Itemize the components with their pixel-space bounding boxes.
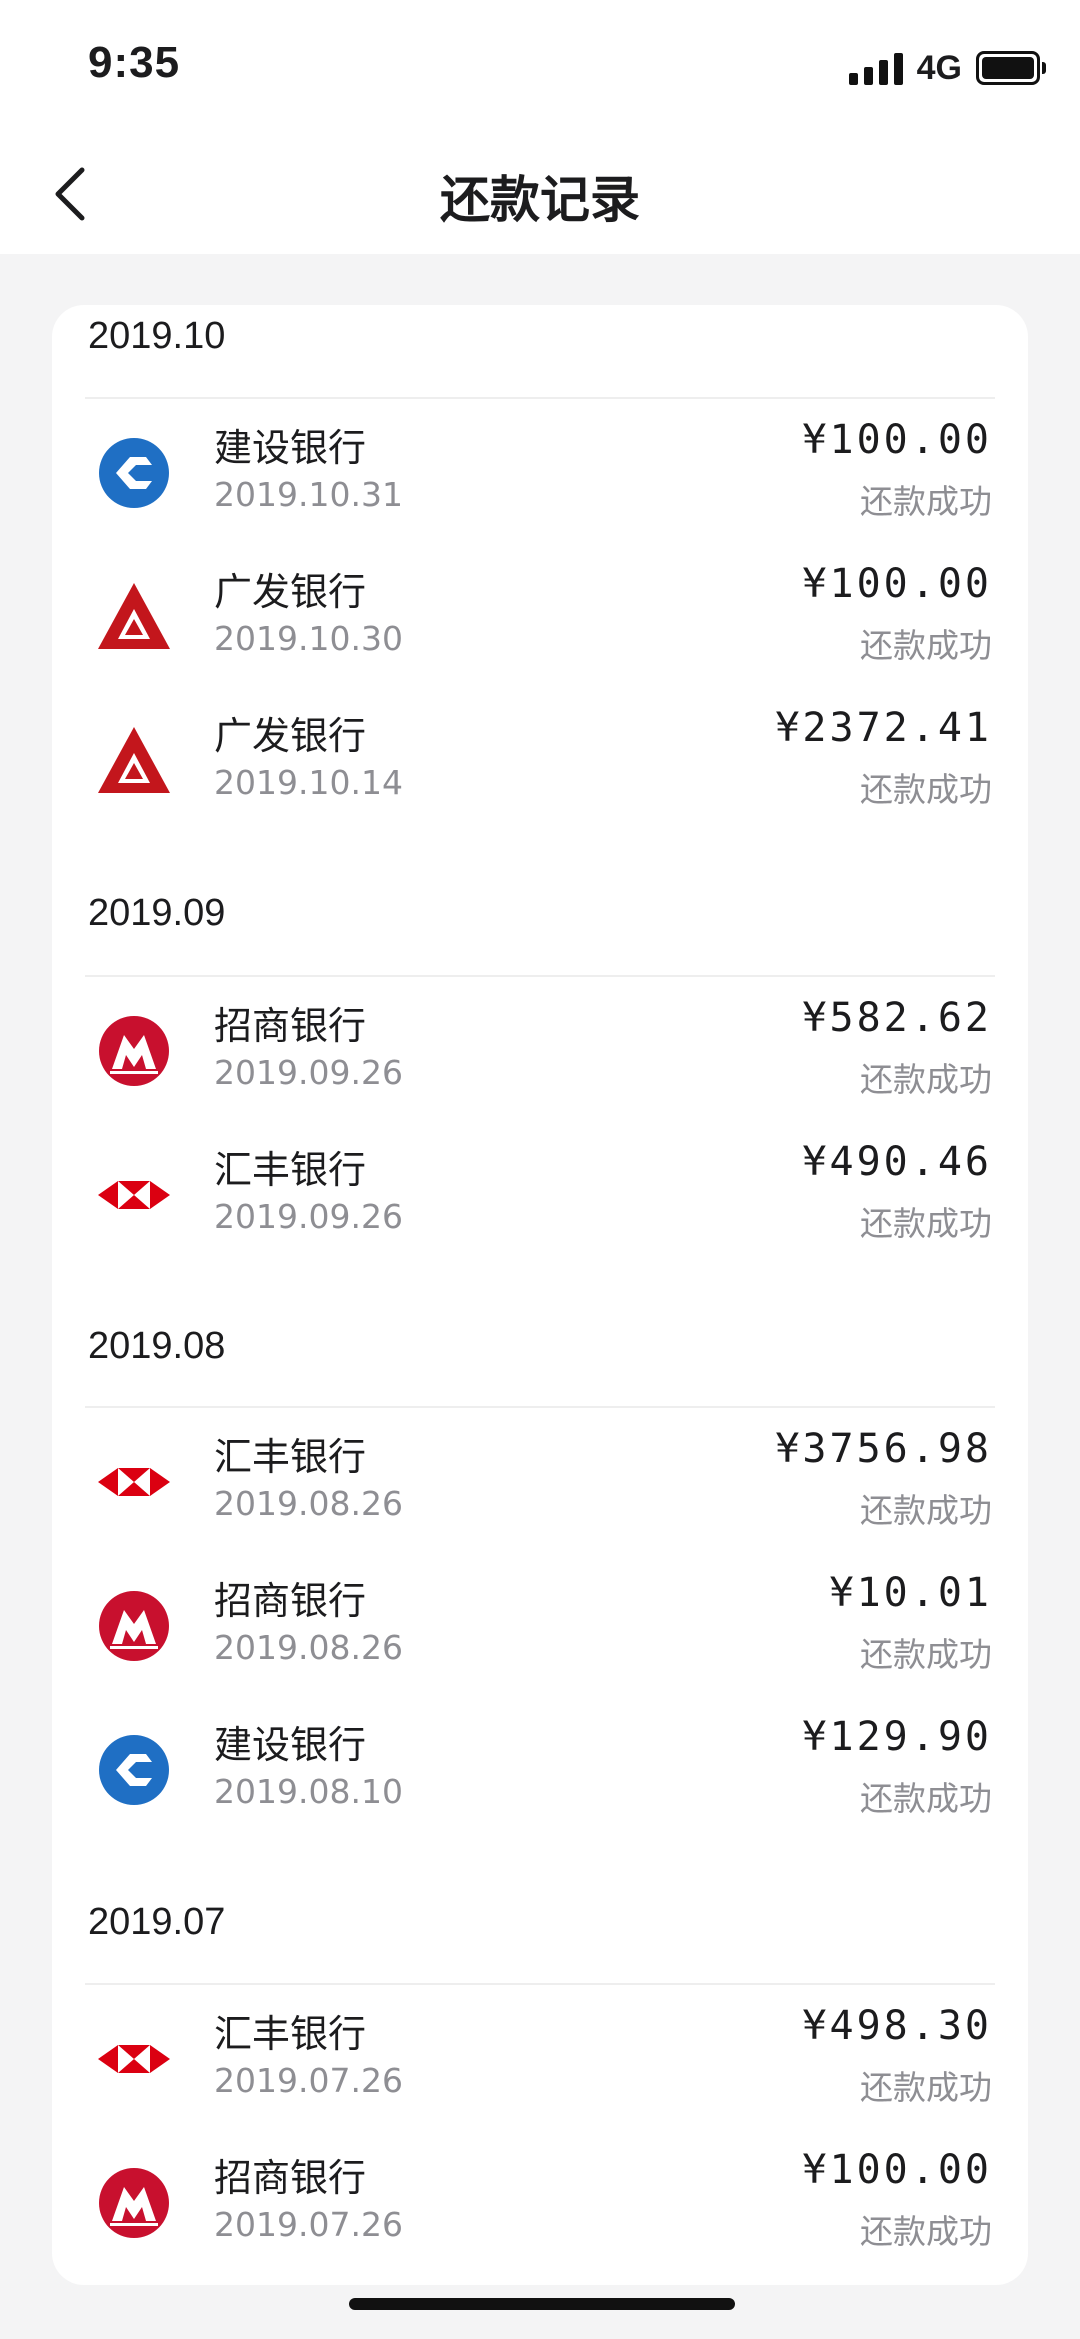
record-date: 2019.07.26: [214, 2205, 403, 2244]
bank-name: 建设银行: [214, 1723, 367, 1767]
record-date: 2019.07.26: [214, 2061, 403, 2100]
record-row[interactable]: 招商银行 2019.08.26 ¥10.01 还款成功: [52, 1552, 1028, 1696]
bank-name: 招商银行: [214, 2156, 367, 2200]
month-header: 2019.07: [88, 1901, 226, 1943]
bank-name: 招商银行: [214, 1004, 367, 1048]
status-time: 9:35: [88, 38, 181, 87]
cmb-logo-icon: [99, 2168, 169, 2238]
home-indicator[interactable]: [349, 2298, 735, 2310]
record-row[interactable]: 汇丰银行 2019.09.26 ¥490.46 还款成功: [52, 1121, 1028, 1265]
record-date: 2019.10.31: [214, 475, 403, 514]
record-amount: ¥100.00: [802, 417, 992, 463]
hsbc-logo-icon: [98, 1468, 170, 1496]
ccb-logo-icon: [99, 438, 169, 508]
record-row[interactable]: 汇丰银行 2019.07.26 ¥498.30 还款成功: [52, 1985, 1028, 2129]
network-type: 4G: [916, 48, 962, 87]
record-status: 还款成功: [860, 1060, 992, 1099]
cgb-logo-icon: [98, 727, 170, 793]
cellular-signal-icon: [848, 51, 903, 85]
record-status: 还款成功: [860, 1204, 992, 1243]
record-status: 还款成功: [860, 626, 992, 665]
record-amount: ¥490.46: [802, 1139, 992, 1185]
record-amount: ¥10.01: [829, 1570, 992, 1616]
record-row[interactable]: 建设银行 2019.08.10 ¥129.90 还款成功: [52, 1696, 1028, 1840]
record-amount: ¥498.30: [802, 2003, 992, 2049]
record-date: 2019.09.26: [214, 1053, 403, 1092]
bank-name: 招商银行: [214, 1579, 367, 1623]
cmb-logo-icon: [99, 1016, 169, 1086]
record-row[interactable]: 招商银行 2019.09.26 ¥582.62 还款成功: [52, 977, 1028, 1121]
page-title: 还款记录: [440, 171, 640, 229]
bank-name: 广发银行: [214, 714, 367, 758]
record-row[interactable]: 广发银行 2019.10.30 ¥100.00 还款成功: [52, 543, 1028, 687]
record-amount: ¥100.00: [802, 2147, 992, 2193]
record-amount: ¥3756.98: [775, 1426, 992, 1472]
record-date: 2019.08.10: [214, 1772, 403, 1811]
bank-name: 汇丰银行: [214, 1435, 367, 1479]
nav-bar: 还款记录: [0, 130, 1080, 254]
hsbc-logo-icon: [98, 2045, 170, 2073]
bank-name: 广发银行: [214, 570, 367, 614]
month-header: 2019.10: [88, 315, 226, 357]
record-amount: ¥2372.41: [775, 705, 992, 751]
month-header: 2019.09: [88, 892, 226, 934]
record-status: 还款成功: [860, 482, 992, 521]
record-date: 2019.09.26: [214, 1197, 403, 1236]
bank-name: 建设银行: [214, 426, 367, 470]
record-status: 还款成功: [860, 770, 992, 809]
cmb-logo-icon: [99, 1591, 169, 1661]
bank-name: 汇丰银行: [214, 1148, 367, 1192]
record-amount: ¥582.62: [802, 995, 992, 1041]
record-status: 还款成功: [860, 1635, 992, 1674]
record-status: 还款成功: [860, 1779, 992, 1818]
repayment-records-list: 2019.10 建设银行 2019.10.31 ¥100.00 还款成功 广发银…: [52, 305, 1028, 2285]
battery-icon: [976, 51, 1046, 85]
record-row[interactable]: 建设银行 2019.10.31 ¥100.00 还款成功: [52, 399, 1028, 543]
record-amount: ¥100.00: [802, 561, 992, 607]
status-indicators: 4G: [848, 48, 1046, 88]
record-date: 2019.10.14: [214, 763, 403, 802]
hsbc-logo-icon: [98, 1181, 170, 1209]
record-date: 2019.08.26: [214, 1628, 403, 1667]
bank-name: 汇丰银行: [214, 2012, 367, 2056]
month-header: 2019.08: [88, 1325, 226, 1367]
status-bar: 9:35 4G: [0, 0, 1080, 130]
record-date: 2019.10.30: [214, 619, 403, 658]
record-row[interactable]: 招商银行 2019.07.26 ¥100.00 还款成功: [52, 2129, 1028, 2273]
record-status: 还款成功: [860, 2068, 992, 2107]
record-date: 2019.08.26: [214, 1484, 403, 1523]
cgb-logo-icon: [98, 583, 170, 649]
ccb-logo-icon: [99, 1735, 169, 1805]
record-row[interactable]: 广发银行 2019.10.14 ¥2372.41 还款成功: [52, 687, 1028, 831]
record-amount: ¥129.90: [802, 1714, 992, 1760]
record-status: 还款成功: [860, 2212, 992, 2251]
record-status: 还款成功: [860, 1491, 992, 1530]
record-row[interactable]: 汇丰银行 2019.08.26 ¥3756.98 还款成功: [52, 1408, 1028, 1552]
